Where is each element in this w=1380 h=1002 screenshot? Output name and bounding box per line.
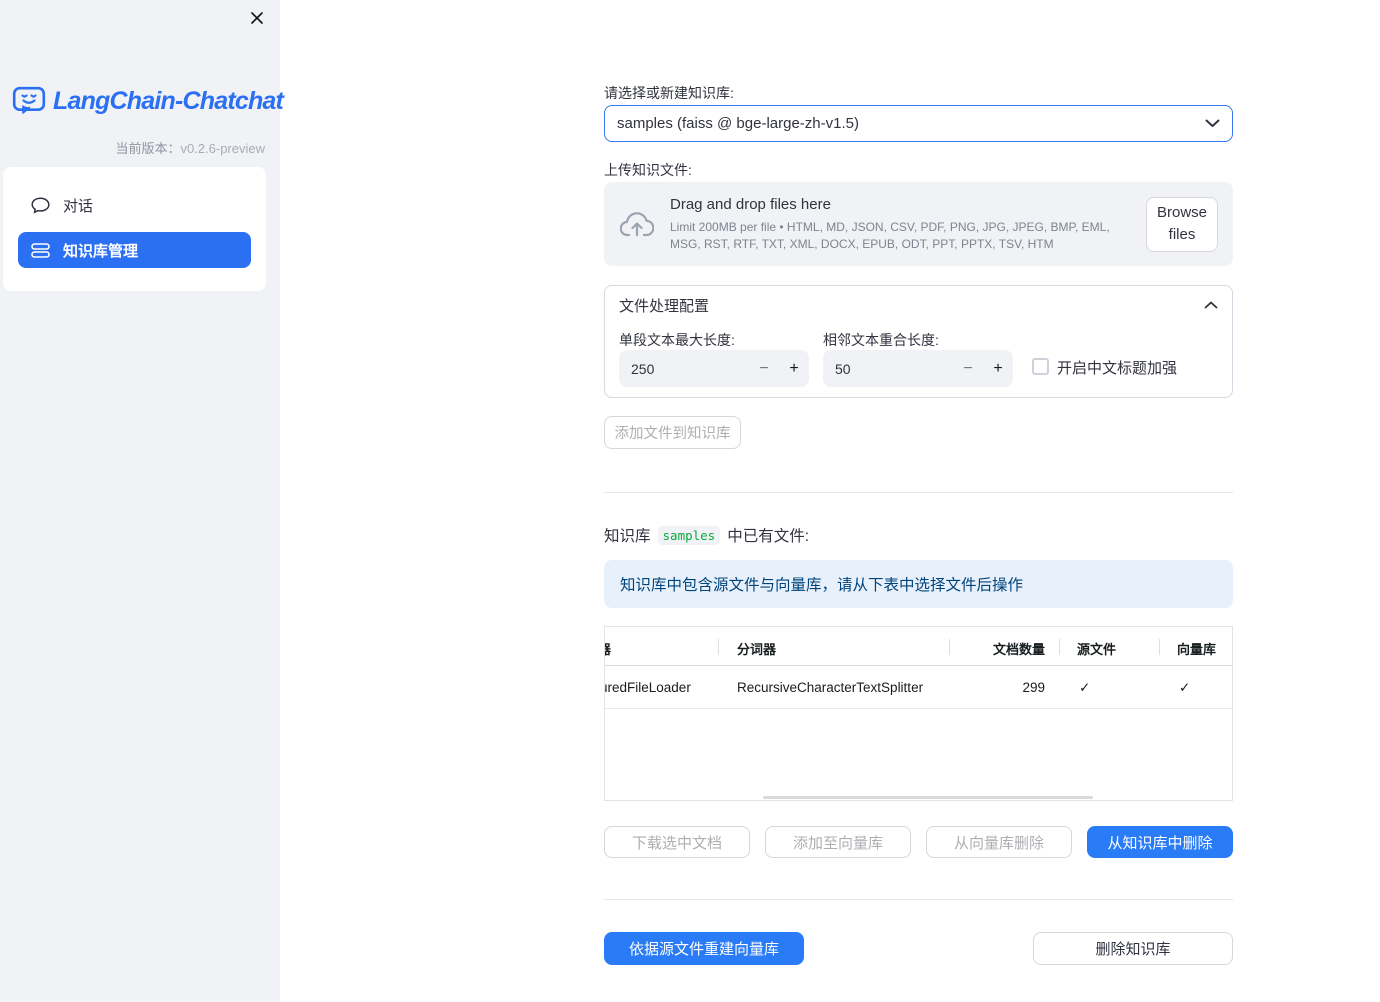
table-header-loader-clipped[interactable]: 器 xyxy=(605,639,611,658)
smiley-chat-bubble-icon xyxy=(12,86,46,117)
cloud-upload-icon xyxy=(620,211,654,237)
kb-select-dropdown[interactable]: samples (faiss @ bge-large-zh-v1.5) xyxy=(604,105,1233,142)
table-header-source-file[interactable]: 源文件 xyxy=(1077,639,1116,658)
kb-select-value: samples (faiss @ bge-large-zh-v1.5) xyxy=(617,115,859,132)
upload-label: 上传知识文件: xyxy=(604,162,692,178)
column-separator xyxy=(1159,639,1160,655)
dropzone-text: Drag and drop files here Limit 200MB per… xyxy=(670,196,1130,251)
version-line: 当前版本：v0.2.6-preview xyxy=(115,138,265,157)
rebuild-vector-store-button[interactable]: 依据源文件重建向量库 xyxy=(604,932,804,965)
chunk-size-input[interactable]: 250 − + xyxy=(619,350,809,387)
chat-bubble-icon xyxy=(31,196,50,214)
horizontal-scrollbar-thumb[interactable] xyxy=(763,796,1093,799)
add-files-to-kb-button[interactable]: 添加文件到知识库 xyxy=(604,416,741,449)
version-value: v0.2.6-preview xyxy=(180,141,265,156)
sidebar-close-button[interactable] xyxy=(247,8,267,28)
table-header-vector-store[interactable]: 向量库 xyxy=(1177,639,1216,658)
existing-files-prefix: 知识库 xyxy=(604,528,651,545)
expander-header[interactable]: 文件处理配置 xyxy=(605,286,1232,324)
zh-title-enhance-label: 开启中文标题加强 xyxy=(1057,360,1178,377)
chevron-up-icon xyxy=(1204,301,1218,309)
kb-files-table: 器 分词器 文档数量 源文件 向量库 uredFileLoader Recurs… xyxy=(604,626,1233,801)
chunk-size-value: 250 xyxy=(631,360,655,377)
cell-splitter: RecursiveCharacterTextSplitter xyxy=(737,680,924,695)
chunk-size-label: 单段文本最大长度: xyxy=(619,332,735,348)
sidebar-item-dialogue[interactable]: 对话 xyxy=(18,187,251,223)
browse-files-button[interactable]: Browse files xyxy=(1146,196,1218,252)
overlap-size-value: 50 xyxy=(835,360,851,377)
cell-doc-count: 299 xyxy=(1022,680,1045,695)
chunk-size-decrement-button[interactable]: − xyxy=(749,350,779,387)
delete-kb-button[interactable]: 删除知识库 xyxy=(1033,932,1233,965)
overlap-size-label: 相邻文本重合长度: xyxy=(823,332,939,348)
overlap-size-input[interactable]: 50 − + xyxy=(823,350,1013,387)
download-selected-button[interactable]: 下载选中文档 xyxy=(604,826,750,858)
cell-loader-clipped: uredFileLoader xyxy=(604,680,691,695)
app-logo: LangChain-Chatchat xyxy=(12,86,284,117)
version-label: 当前版本： xyxy=(115,141,181,156)
cell-in-vector-check: ✓ xyxy=(1179,680,1191,695)
zh-title-enhance-checkbox[interactable] xyxy=(1032,358,1049,375)
info-banner-text: 知识库中包含源文件与向量库，请从下表中选择文件后操作 xyxy=(620,577,1024,594)
table-header-doc-count[interactable]: 文档数量 xyxy=(993,639,1045,658)
sidebar: LangChain-Chatchat 当前版本：v0.2.6-preview 对… xyxy=(0,0,284,1002)
divider xyxy=(604,899,1233,900)
info-banner: 知识库中包含源文件与向量库，请从下表中选择文件后操作 xyxy=(604,560,1233,608)
existing-files-suffix: 中已有文件: xyxy=(727,528,810,545)
cell-in-source-check: ✓ xyxy=(1079,680,1091,695)
sidebar-item-kb-management[interactable]: 知识库管理 xyxy=(18,232,251,268)
sidebar-item-label: 对话 xyxy=(63,197,94,215)
delete-from-vector-store-button[interactable]: 从向量库删除 xyxy=(926,826,1072,858)
overlap-size-increment-button[interactable]: + xyxy=(983,350,1013,387)
divider xyxy=(604,492,1233,493)
sidebar-menu: 对话 知识库管理 xyxy=(3,167,266,291)
chevron-down-icon xyxy=(1205,119,1220,128)
table-row[interactable]: uredFileLoader RecursiveCharacterTextSpl… xyxy=(605,666,1232,709)
sidebar-item-label: 知识库管理 xyxy=(63,242,139,260)
kb-select-label: 请选择或新建知识库: xyxy=(604,85,734,101)
kb-name-code: samples xyxy=(657,525,721,545)
table-header-splitter[interactable]: 分词器 xyxy=(737,639,776,658)
delete-from-kb-button[interactable]: 从知识库中删除 xyxy=(1087,826,1233,858)
chunk-size-increment-button[interactable]: + xyxy=(779,350,809,387)
main-content: 请选择或新建知识库: samples (faiss @ bge-large-zh… xyxy=(604,0,1233,1002)
overlap-size-decrement-button[interactable]: − xyxy=(953,350,983,387)
add-to-vector-store-button[interactable]: 添加至向量库 xyxy=(765,826,911,858)
column-separator xyxy=(949,639,950,655)
app-title: LangChain-Chatchat xyxy=(53,87,284,115)
close-icon xyxy=(248,9,266,27)
table-header-row: 器 分词器 文档数量 源文件 向量库 xyxy=(605,627,1232,666)
dropzone-title: Drag and drop files here xyxy=(670,196,831,214)
existing-files-heading: 知识库 samples 中已有文件: xyxy=(604,524,809,546)
stacked-cards-icon xyxy=(31,242,50,258)
column-separator xyxy=(718,639,719,655)
column-separator xyxy=(1059,639,1060,655)
expander-title: 文件处理配置 xyxy=(619,297,710,315)
table-actions-row: 下载选中文档 添加至向量库 从向量库删除 从知识库中删除 xyxy=(604,826,1233,858)
file-dropzone[interactable]: Drag and drop files here Limit 200MB per… xyxy=(604,182,1233,266)
dropzone-limit-text: Limit 200MB per file • HTML, MD, JSON, C… xyxy=(670,220,1110,251)
file-config-expander: 文件处理配置 单段文本最大长度: 相邻文本重合长度: 250 − + 50 − … xyxy=(604,285,1233,398)
